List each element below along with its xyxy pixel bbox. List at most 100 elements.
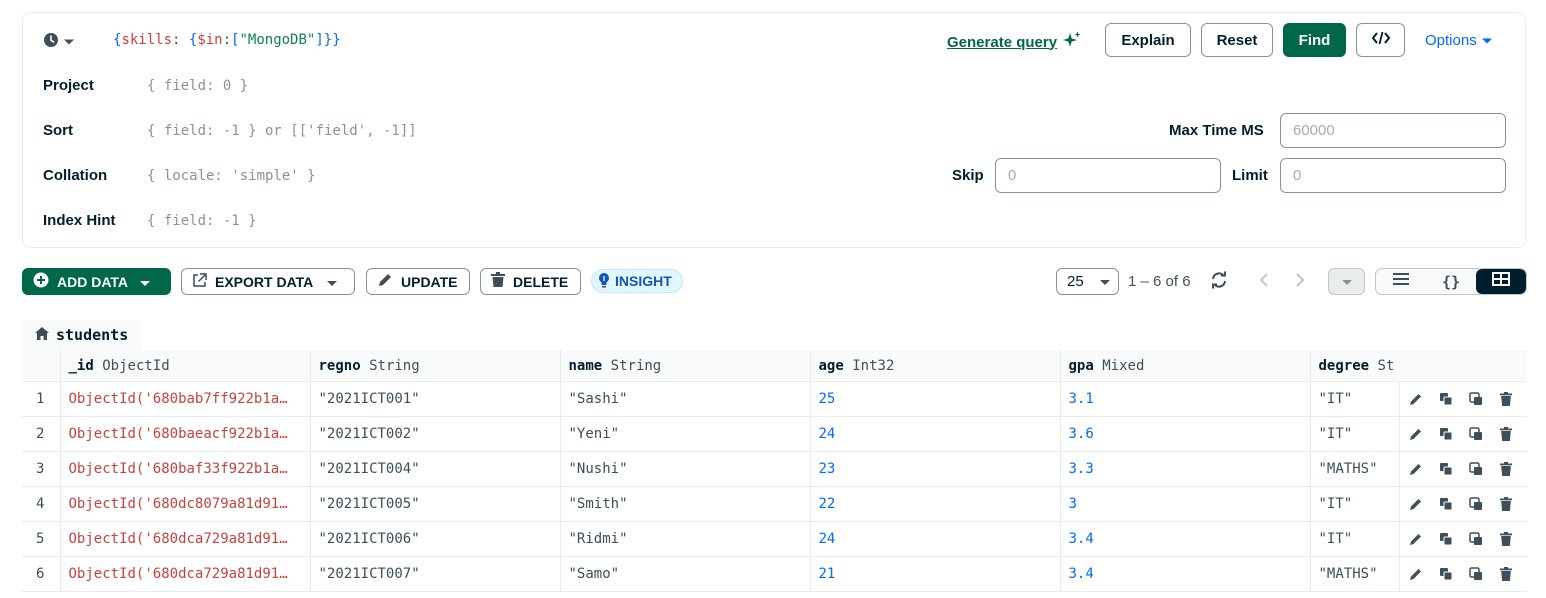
delete-button[interactable]: DELETE [480, 268, 581, 295]
clone-icon[interactable] [1468, 566, 1484, 582]
table-row[interactable]: 1 ObjectId('680bab7ff922b1a… "2021ICT001" "… [22, 381, 1527, 417]
refresh-button[interactable] [1207, 270, 1231, 294]
delete-icon[interactable] [1498, 426, 1514, 442]
gpa-cell[interactable]: 3.6 [1060, 416, 1311, 452]
clone-icon[interactable] [1468, 426, 1484, 442]
degree-cell[interactable]: "IT" [1310, 381, 1400, 417]
next-page-button[interactable] [1290, 270, 1310, 294]
id-cell[interactable]: ObjectId('680bab7ff922b1a… [60, 381, 311, 417]
id-cell[interactable]: ObjectId('680dca729a81d91… [60, 521, 311, 557]
gpa-cell[interactable]: 3.3 [1060, 451, 1311, 487]
copy-icon[interactable] [1438, 426, 1454, 442]
name-cell[interactable]: "Ridmi" [560, 521, 811, 557]
table-row[interactable]: 2 ObjectId('680baeacf922b1a… "2021ICT002" "… [22, 416, 1527, 452]
list-view-button[interactable] [1376, 269, 1426, 294]
column-header-id[interactable]: _id ObjectId [60, 350, 311, 382]
copy-icon[interactable] [1438, 566, 1454, 582]
sort-input[interactable]: { field: -1 } or [['field', -1]] [147, 123, 417, 139]
edit-icon[interactable] [1408, 531, 1424, 547]
gpa-cell[interactable]: 3 [1060, 486, 1311, 522]
clone-icon[interactable] [1468, 496, 1484, 512]
edit-icon[interactable] [1408, 566, 1424, 582]
age-cell[interactable]: 22 [810, 486, 1061, 522]
delete-icon[interactable] [1498, 461, 1514, 477]
clone-icon[interactable] [1468, 391, 1484, 407]
regno-cell[interactable]: "2021ICT007" [310, 556, 561, 592]
previous-page-button[interactable] [1254, 270, 1274, 294]
regno-cell[interactable]: "2021ICT005" [310, 486, 561, 522]
gpa-cell[interactable]: 3.4 [1060, 556, 1311, 592]
index-hint-input[interactable]: { field: -1 } [147, 213, 257, 229]
degree-cell[interactable]: "IT" [1310, 521, 1400, 557]
id-cell[interactable]: ObjectId('680dc8079a81d91… [60, 486, 311, 522]
insight-badge[interactable]: INSIGHT [591, 269, 683, 293]
page-size-select[interactable]: 25 [1056, 268, 1119, 295]
table-row[interactable]: 3 ObjectId('680baf33f922b1a… "2021ICT004" "… [22, 451, 1527, 487]
gpa-cell[interactable]: 3.1 [1060, 381, 1311, 417]
column-header-age[interactable]: age Int32 [810, 350, 1061, 382]
degree-cell[interactable]: "MATHS" [1310, 556, 1400, 592]
name-cell[interactable]: "Sashi" [560, 381, 811, 417]
name-cell[interactable]: "Nushi" [560, 451, 811, 487]
collection-breadcrumb[interactable]: students [22, 320, 141, 351]
column-header-name[interactable]: name String [560, 350, 811, 382]
table-row[interactable]: 5 ObjectId('680dca729a81d91… "2021ICT006" "… [22, 521, 1527, 557]
age-cell[interactable]: 21 [810, 556, 1061, 592]
delete-icon[interactable] [1498, 531, 1514, 547]
collation-input[interactable]: { locale: 'simple' } [147, 168, 316, 184]
project-input[interactable]: { field: 0 } [147, 78, 248, 94]
edit-icon[interactable] [1408, 496, 1424, 512]
column-header-gpa[interactable]: gpa Mixed [1060, 350, 1311, 382]
name-cell[interactable]: "Smith" [560, 486, 811, 522]
regno-cell[interactable]: "2021ICT006" [310, 521, 561, 557]
edit-icon[interactable] [1408, 391, 1424, 407]
id-cell[interactable]: ObjectId('680dca729a81d91… [60, 556, 311, 592]
degree-cell[interactable]: "MATHS" [1310, 451, 1400, 487]
clone-icon[interactable] [1468, 461, 1484, 477]
copy-icon[interactable] [1438, 391, 1454, 407]
max-time-input[interactable] [1280, 113, 1506, 148]
age-cell[interactable]: 25 [810, 381, 1061, 417]
age-cell[interactable]: 24 [810, 416, 1061, 452]
delete-icon[interactable] [1498, 566, 1514, 582]
copy-icon[interactable] [1438, 531, 1454, 547]
age-cell[interactable]: 23 [810, 451, 1061, 487]
gpa-cell[interactable]: 3.4 [1060, 521, 1311, 557]
table-row[interactable]: 4 ObjectId('680dc8079a81d91… "2021ICT005" "… [22, 486, 1527, 522]
delete-icon[interactable] [1498, 391, 1514, 407]
json-view-button[interactable]: {} [1426, 269, 1476, 294]
expand-documents-select[interactable] [1328, 268, 1365, 295]
name-cell[interactable]: "Yeni" [560, 416, 811, 452]
degree-cell[interactable]: "IT" [1310, 486, 1400, 522]
reset-button[interactable]: Reset [1201, 23, 1273, 57]
limit-input[interactable] [1280, 158, 1506, 193]
degree-cell[interactable]: "IT" [1310, 416, 1400, 452]
options-toggle[interactable]: Options [1425, 32, 1492, 49]
column-header-degree[interactable]: degree St [1310, 350, 1527, 382]
table-view-button[interactable] [1476, 269, 1526, 294]
update-button[interactable]: UPDATE [366, 268, 470, 295]
clone-icon[interactable] [1468, 531, 1484, 547]
edit-icon[interactable] [1408, 461, 1424, 477]
skip-input[interactable] [995, 158, 1221, 193]
delete-icon[interactable] [1498, 496, 1514, 512]
find-button[interactable]: Find [1283, 23, 1346, 57]
table-row[interactable]: 6 ObjectId('680dca729a81d91… "2021ICT007" "… [22, 556, 1527, 592]
filter-input[interactable]: {skills: {$in:["MongoDB"]}} [113, 32, 341, 48]
export-data-button[interactable]: EXPORT DATA [181, 268, 355, 295]
name-cell[interactable]: "Samo" [560, 556, 811, 592]
id-cell[interactable]: ObjectId('680baf33f922b1a… [60, 451, 311, 487]
age-cell[interactable]: 24 [810, 521, 1061, 557]
generate-query-link[interactable]: Generate query [947, 31, 1081, 53]
copy-icon[interactable] [1438, 496, 1454, 512]
copy-icon[interactable] [1438, 461, 1454, 477]
edit-icon[interactable] [1408, 426, 1424, 442]
regno-cell[interactable]: "2021ICT002" [310, 416, 561, 452]
query-history-button[interactable] [43, 31, 74, 53]
column-header-regno[interactable]: regno String [310, 350, 561, 382]
id-cell[interactable]: ObjectId('680baeacf922b1a… [60, 416, 311, 452]
add-data-button[interactable]: ADD DATA [22, 268, 171, 295]
export-to-language-button[interactable] [1356, 23, 1405, 57]
regno-cell[interactable]: "2021ICT004" [310, 451, 561, 487]
explain-button[interactable]: Explain [1105, 23, 1191, 57]
